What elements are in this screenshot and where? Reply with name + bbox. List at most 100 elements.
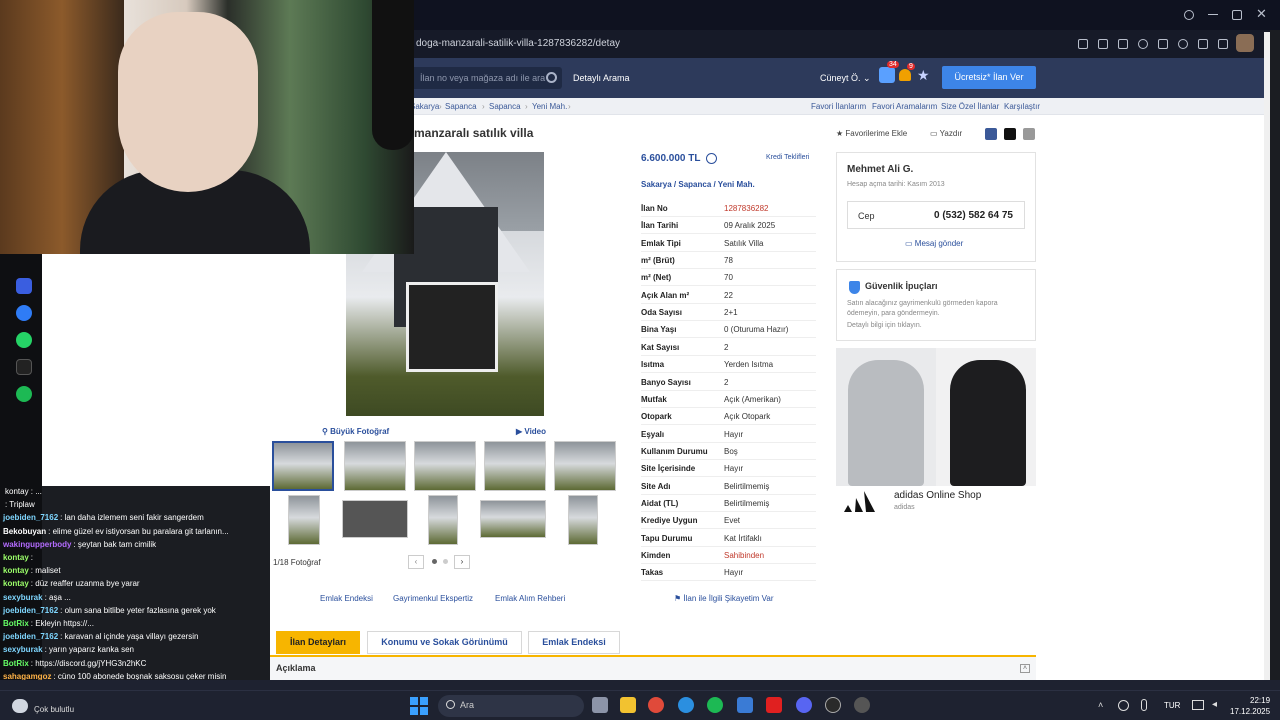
sync-icon[interactable]: [1118, 700, 1129, 711]
download-icon[interactable]: [1198, 39, 1208, 49]
chat-username[interactable]: wakingupperbody: [3, 540, 71, 549]
expertise-link[interactable]: Gayrimenkul Ekspertiz: [393, 594, 473, 603]
chat-username[interactable]: joebiden_7162: [3, 632, 58, 641]
page-scrollbar[interactable]: [1264, 32, 1270, 680]
facebook-icon[interactable]: [985, 128, 997, 140]
weather-text[interactable]: Çok bulutlu: [34, 705, 74, 714]
chat-username[interactable]: BotRix: [3, 619, 29, 628]
heart-icon[interactable]: [1178, 39, 1188, 49]
camera-icon[interactable]: [1118, 39, 1128, 49]
post-ad-button[interactable]: Ücretsiz* İlan Ver: [942, 66, 1036, 89]
buying-guide-link[interactable]: Emlak Alım Rehberi: [495, 594, 565, 603]
app-icon[interactable]: [737, 697, 753, 713]
spotify-icon[interactable]: [707, 697, 723, 713]
favorites-star-icon[interactable]: ★: [917, 67, 930, 84]
detail-value[interactable]: 1287836282: [724, 204, 769, 213]
menu-icon[interactable]: [1218, 39, 1228, 49]
emlak-index-link[interactable]: Emlak Endeksi: [320, 594, 373, 603]
url-text[interactable]: doga-manzarali-satilik-villa-1287836282/…: [416, 38, 620, 49]
listing-location[interactable]: Sakarya / Sapanca / Yeni Mah.: [641, 180, 755, 189]
video-button[interactable]: ▶ Video: [516, 427, 546, 436]
loan-offers-link[interactable]: Kredi Teklifleri: [766, 154, 809, 161]
photo-thumbnail[interactable]: [554, 441, 616, 491]
discord-icon[interactable]: [796, 697, 812, 713]
chat-username[interactable]: kontay: [3, 566, 29, 575]
tab-location[interactable]: Konumu ve Sokak Görünümü: [367, 631, 522, 654]
volume-icon[interactable]: ◂: [1212, 699, 1217, 710]
breadcrumb-item[interactable]: Sapanca: [445, 102, 477, 111]
photo-thumbnail[interactable]: [480, 500, 546, 538]
compare-link[interactable]: Karşılaştır: [1004, 102, 1040, 111]
favorite-listings-link[interactable]: Favori İlanlarım: [811, 102, 866, 111]
shield-icon[interactable]: [1138, 39, 1148, 49]
detailed-search-link[interactable]: Detaylı Arama: [573, 73, 630, 83]
phone-number[interactable]: 0 (532) 582 64 75: [934, 210, 1013, 221]
breadcrumb-item[interactable]: Sapanca: [489, 102, 521, 111]
print-button[interactable]: ▭ Yazdır: [930, 129, 962, 138]
chat-username[interactable]: kontay: [3, 579, 29, 588]
add-favorite-button[interactable]: ★ Favorilerime Ekle: [836, 129, 907, 138]
user-menu[interactable]: Cüneyt Ö. ⌄: [820, 73, 871, 84]
report-link[interactable]: ⚑ İlan ile İlgili Şikayetim Var: [674, 594, 774, 603]
file-explorer-icon[interactable]: [620, 697, 636, 713]
spotify-icon[interactable]: [16, 386, 32, 402]
price-history-icon[interactable]: [706, 153, 717, 164]
favorite-searches-link[interactable]: Favori Aramalarım: [872, 102, 937, 111]
prev-page-button[interactable]: ‹: [408, 555, 424, 569]
profile-avatar[interactable]: [1236, 34, 1254, 52]
chat-username[interactable]: sexyburak: [3, 593, 43, 602]
ad-title[interactable]: adidas Online Shop: [894, 490, 981, 501]
chat-username[interactable]: BotRix: [3, 659, 29, 668]
photo-thumbnail[interactable]: [484, 441, 546, 491]
chat-username[interactable]: sexyburak: [3, 645, 43, 654]
special-listings-link[interactable]: Size Özel İlanlar: [941, 102, 999, 111]
play-icon[interactable]: [1158, 39, 1168, 49]
app-icon[interactable]: [825, 697, 841, 713]
edge-icon[interactable]: [678, 697, 694, 713]
messages-icon[interactable]: 34: [879, 61, 899, 83]
photo-thumbnail[interactable]: [414, 441, 476, 491]
search-icon[interactable]: [546, 72, 557, 83]
photo-thumbnail[interactable]: [288, 495, 320, 545]
advertisement[interactable]: adidas Online Shop adidas: [836, 348, 1036, 518]
large-photo-button[interactable]: ⚲ Büyük Fotoğraf: [322, 427, 389, 436]
bell-icon[interactable]: 9: [899, 63, 915, 81]
reader-icon[interactable]: [1078, 39, 1088, 49]
site-search-input[interactable]: İlan no veya mağaza adı ile ara: [414, 67, 562, 89]
chat-username[interactable]: joebiden_7162: [3, 513, 58, 522]
tab-listing-details[interactable]: İlan Detayları: [276, 631, 360, 654]
photo-thumbnail[interactable]: [568, 495, 598, 545]
chat-username[interactable]: Bekobuyan: [3, 527, 46, 536]
edit-icon[interactable]: [1098, 39, 1108, 49]
microphone-icon[interactable]: [1141, 699, 1147, 711]
close-icon[interactable]: ✕: [1256, 6, 1267, 22]
page-dot[interactable]: [432, 559, 437, 564]
search-icon[interactable]: [1184, 10, 1194, 20]
breadcrumb-item[interactable]: Sakarya: [410, 102, 439, 111]
chat-username[interactable]: kontay: [3, 553, 29, 562]
photo-thumbnail[interactable]: [342, 500, 408, 538]
language-indicator[interactable]: TUR: [1164, 701, 1180, 710]
whatsapp-icon[interactable]: [16, 332, 32, 348]
address-bar[interactable]: doga-manzarali-satilik-villa-1287836282/…: [414, 30, 1270, 58]
page-dot[interactable]: [443, 559, 448, 564]
settings-icon[interactable]: [854, 697, 870, 713]
x-share-icon[interactable]: [1004, 128, 1016, 140]
chevron-up-icon[interactable]: ˄: [1098, 700, 1103, 710]
tab-emlak-index[interactable]: Emlak Endeksi: [528, 631, 620, 654]
photo-thumbnail[interactable]: [344, 441, 406, 491]
messenger-icon[interactable]: [16, 305, 32, 321]
taskbar-search[interactable]: Ara: [438, 695, 584, 717]
chrome-icon[interactable]: [648, 697, 664, 713]
description-section[interactable]: Açıklama ˄: [270, 655, 1036, 680]
opera-icon[interactable]: [766, 697, 782, 713]
clock[interactable]: 22:19 17.12.2025: [1230, 695, 1270, 717]
maximize-icon[interactable]: [1232, 10, 1242, 20]
collapse-icon[interactable]: ˄: [1020, 664, 1030, 673]
x-icon[interactable]: [16, 359, 32, 375]
breadcrumb-item[interactable]: Yeni Mah.: [532, 102, 567, 111]
detail-value[interactable]: Sahibinden: [724, 551, 764, 560]
display-icon[interactable]: [1192, 700, 1204, 710]
windows-start-icon[interactable]: [410, 697, 428, 715]
next-page-button[interactable]: ›: [454, 555, 470, 569]
